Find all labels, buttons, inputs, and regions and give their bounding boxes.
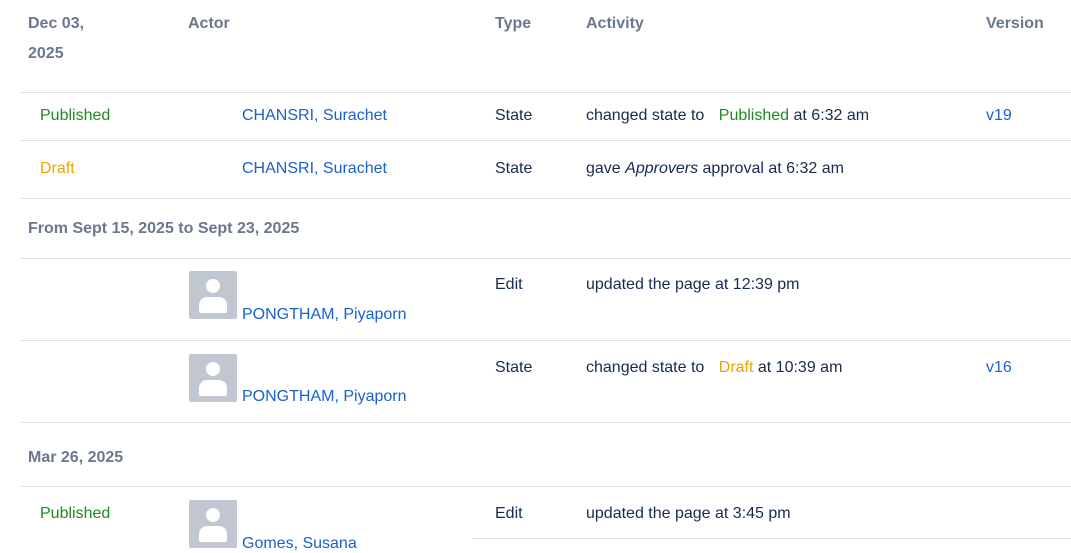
actor-link[interactable]: PONGTHAM, Piyaporn xyxy=(242,388,406,406)
user-body-icon xyxy=(199,297,227,313)
activity-text: gave xyxy=(586,160,621,177)
type-cell: State xyxy=(495,107,533,124)
divider xyxy=(20,486,1071,487)
section-heading: Mar 26, 2025 xyxy=(28,449,124,466)
header-version: Version xyxy=(986,15,1044,32)
type-cell: State xyxy=(495,160,533,177)
activity-time: at 10:39 am xyxy=(757,359,843,376)
activity-time: at 6:32 am xyxy=(793,107,870,124)
section-heading: From Sept 15, 2025 to Sept 23, 2025 xyxy=(28,220,300,237)
divider xyxy=(20,340,1071,341)
activity-cell: changed state to Draft at 10:39 am xyxy=(586,359,842,377)
user-body-icon xyxy=(199,526,227,542)
header-date-year: 2025 xyxy=(28,45,64,62)
activity-cell: updated the page at 12:39 pm xyxy=(586,276,800,293)
user-head-icon xyxy=(206,279,220,293)
activity-state-draft: Draft xyxy=(718,359,754,376)
activity-text: changed state to xyxy=(586,107,705,124)
header-date-label: Dec 03, xyxy=(28,15,85,32)
header-date: Dec 03, 2025 xyxy=(28,9,84,69)
divider xyxy=(20,258,1071,259)
user-body-icon xyxy=(199,380,227,396)
type-cell: Edit xyxy=(495,276,523,293)
actor-link[interactable]: PONGTHAM, Piyaporn xyxy=(242,306,406,324)
type-cell: State xyxy=(495,359,533,376)
activity-text: changed state to xyxy=(586,359,705,376)
avatar xyxy=(189,354,237,402)
header-activity: Activity xyxy=(586,15,644,32)
status-label-published: Published xyxy=(40,505,111,522)
actor-link[interactable]: CHANSRI, Surachet xyxy=(242,160,387,178)
type-cell: Edit xyxy=(495,505,523,522)
avatar xyxy=(189,500,237,548)
status-label-published: Published xyxy=(40,107,111,124)
activity-state-published: Published xyxy=(718,107,790,124)
divider xyxy=(20,92,1071,93)
version-link[interactable]: v19 xyxy=(986,107,1012,125)
activity-time: approval at 6:32 am xyxy=(702,160,844,177)
header-type: Type xyxy=(495,15,532,32)
version-link[interactable]: v16 xyxy=(986,359,1012,377)
actor-link[interactable]: CHANSRI, Surachet xyxy=(242,107,387,125)
avatar xyxy=(189,271,237,319)
user-head-icon xyxy=(206,508,220,522)
activity-cell: changed state to Published at 6:32 am xyxy=(586,107,869,125)
user-head-icon xyxy=(206,362,220,376)
divider xyxy=(20,140,1071,141)
header-actor: Actor xyxy=(188,15,230,32)
activity-cell: updated the page at 3:45 pm xyxy=(586,505,791,522)
divider xyxy=(20,198,1071,199)
actor-link[interactable]: Gomes, Susana xyxy=(242,535,357,553)
status-label-draft: Draft xyxy=(40,160,75,177)
activity-cell: gave Approvers approval at 6:32 am xyxy=(586,160,844,178)
divider xyxy=(20,422,1071,423)
divider xyxy=(472,538,1071,539)
activity-approvers: Approvers xyxy=(625,160,699,177)
